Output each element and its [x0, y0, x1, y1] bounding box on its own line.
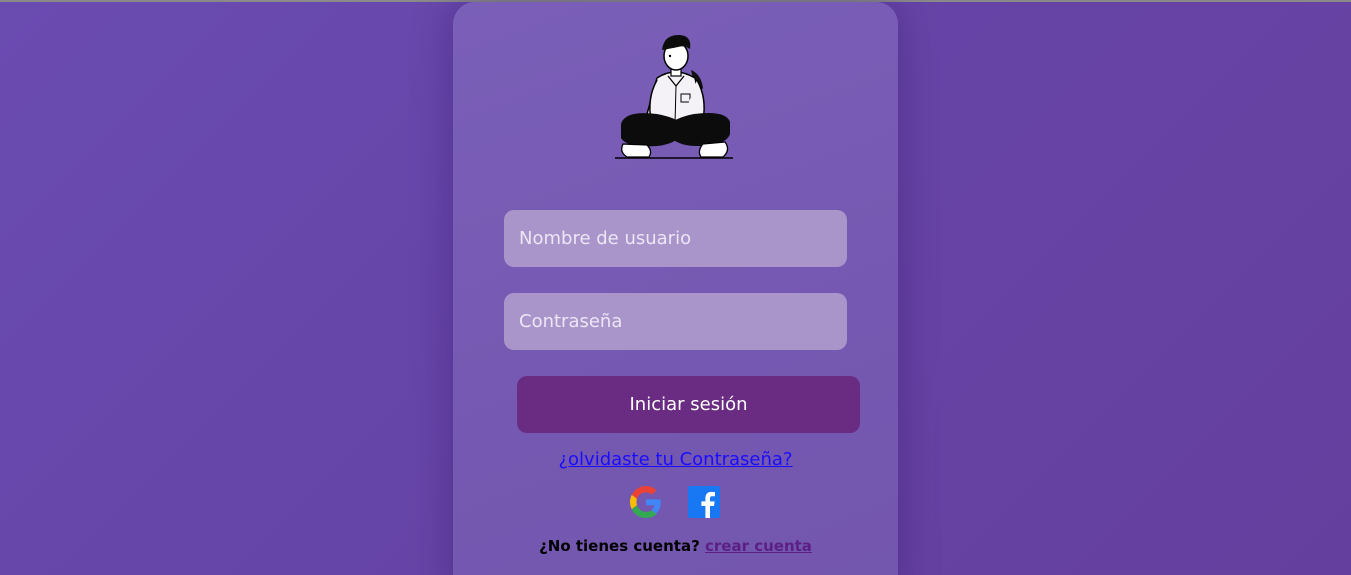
no-account-text: ¿No tienes cuenta?: [539, 537, 700, 555]
create-account-link[interactable]: crear cuenta: [705, 537, 812, 555]
forgot-password-link[interactable]: ¿olvidaste tu Contraseña?: [558, 449, 792, 470]
forgot-password-row: ¿olvidaste tu Contraseña?: [453, 449, 898, 470]
avatar-illustration: [615, 34, 733, 159]
login-button[interactable]: Iniciar sesión: [517, 376, 860, 433]
google-icon[interactable]: [630, 486, 662, 518]
signup-row: ¿No tienes cuenta? crear cuenta: [453, 537, 898, 555]
username-input[interactable]: [504, 210, 847, 267]
facebook-icon[interactable]: [688, 486, 720, 518]
login-card: Iniciar sesión ¿olvidaste tu Contraseña?…: [453, 2, 898, 575]
password-input[interactable]: [504, 293, 847, 350]
